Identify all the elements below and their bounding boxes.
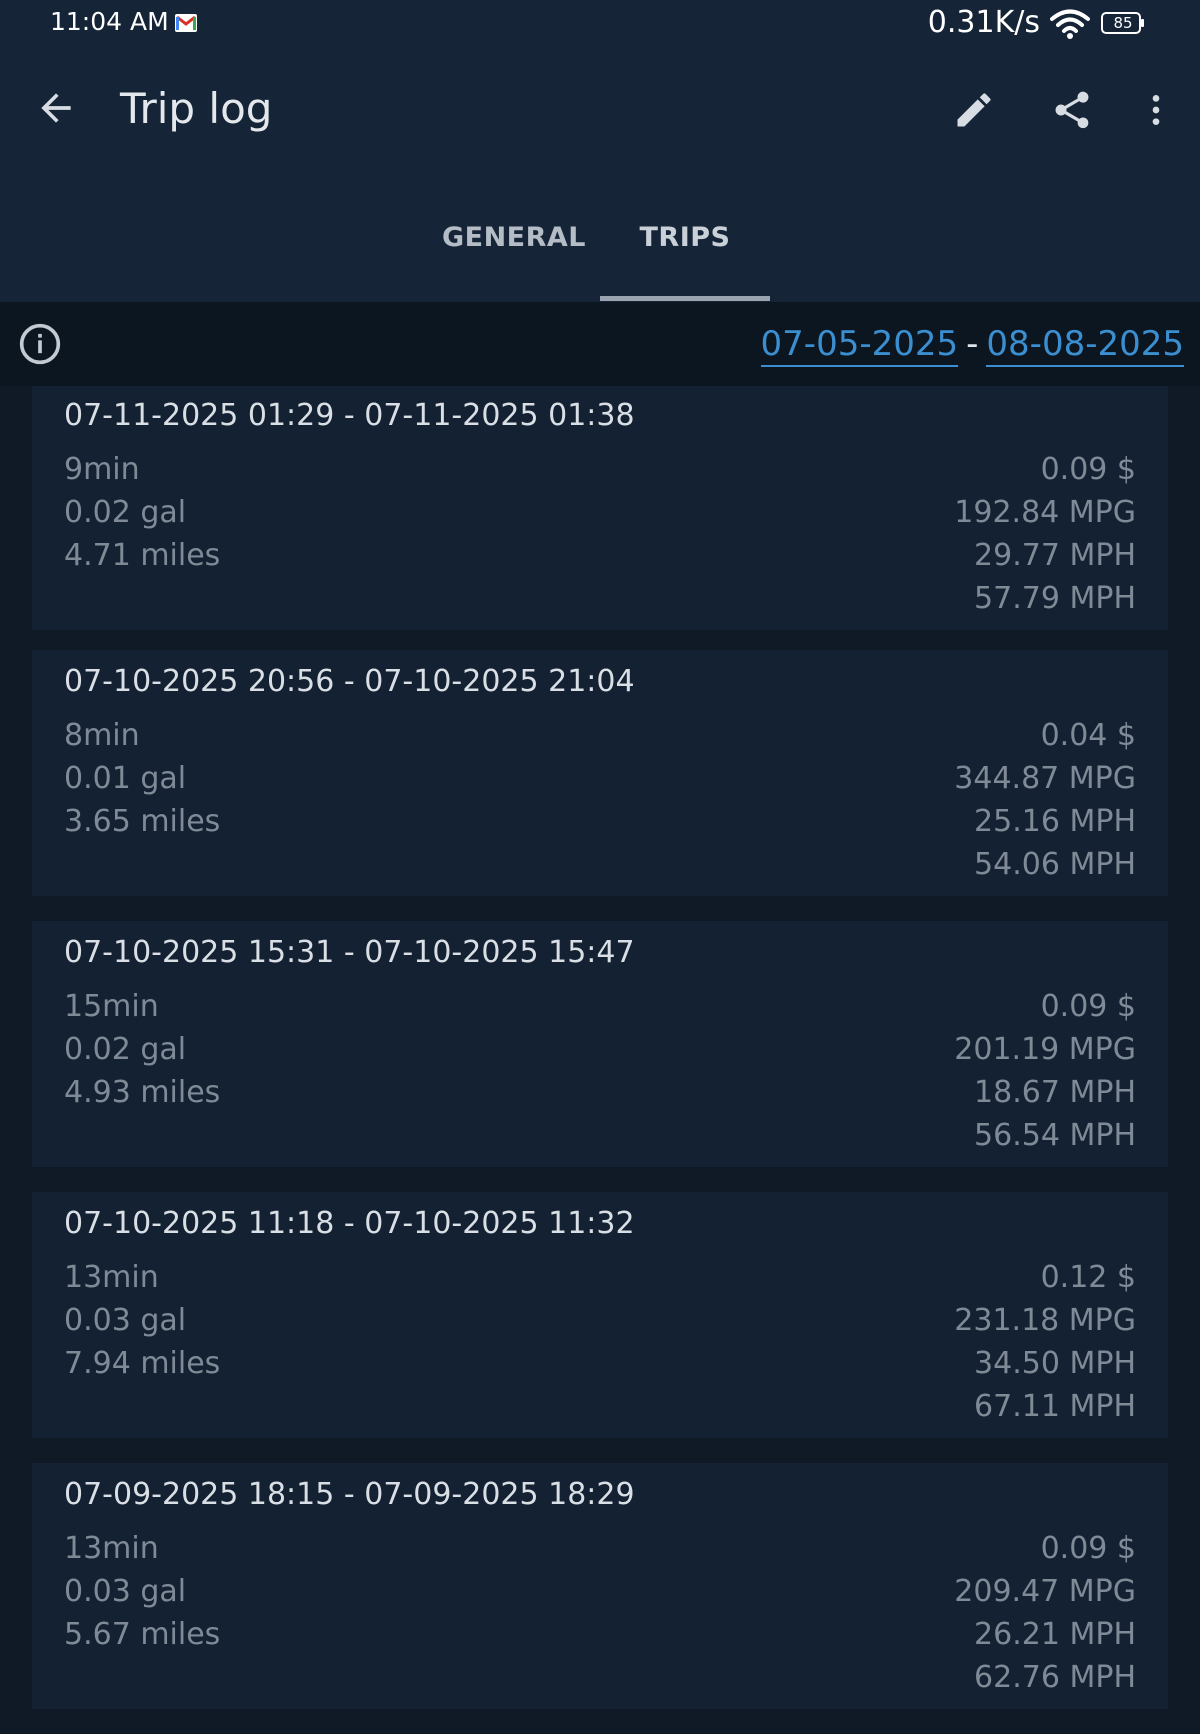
battery-level: 85: [1113, 14, 1133, 32]
trip-cost: 0.12 $: [1040, 1260, 1136, 1295]
trip-duration: 9min: [64, 452, 140, 487]
trip-max-speed: 57.79 MPH: [974, 581, 1136, 616]
trip-list[interactable]: 07-11-2025 01:29 - 07-11-2025 01:38 9min…: [0, 386, 1200, 1734]
trip-card[interactable]: 07-10-2025 20:56 - 07-10-2025 21:04 8min…: [32, 650, 1168, 896]
date-range: 07-05-2025-08-08-2025: [760, 324, 1184, 367]
trip-cost: 0.09 $: [1040, 1531, 1136, 1566]
trip-card[interactable]: 07-09-2025 18:15 - 07-09-2025 18:29 13mi…: [32, 1463, 1168, 1709]
trip-distance: 4.71 miles: [64, 538, 221, 573]
trip-max-speed: 62.76 MPH: [974, 1660, 1136, 1695]
trip-time-range: 07-10-2025 20:56 - 07-10-2025 21:04: [64, 664, 635, 699]
tab-trips[interactable]: TRIPS: [600, 222, 770, 253]
trip-economy: 344.87 MPG: [954, 761, 1136, 796]
back-arrow-icon[interactable]: [34, 86, 78, 130]
gmail-icon: [175, 14, 197, 32]
date-separator: -: [966, 324, 979, 364]
page-title: Trip log: [120, 84, 273, 133]
trip-max-speed: 54.06 MPH: [974, 847, 1136, 882]
trip-fuel: 0.03 gal: [64, 1574, 187, 1609]
trip-right-column: 0.04 $ 344.87 MPG 25.16 MPH 54.06 MPH: [954, 714, 1136, 886]
trip-economy: 209.47 MPG: [954, 1574, 1136, 1609]
trip-card[interactable]: 07-10-2025 15:31 - 07-10-2025 15:47 15mi…: [32, 921, 1168, 1167]
more-vert-icon[interactable]: [1136, 88, 1176, 132]
trip-card[interactable]: 07-10-2025 11:18 - 07-10-2025 11:32 13mi…: [32, 1192, 1168, 1438]
trip-left-column: 13min 0.03 gal 5.67 miles: [64, 1527, 220, 1656]
trip-avg-speed: 25.16 MPH: [974, 804, 1136, 839]
start-date-link[interactable]: 07-05-2025: [760, 324, 959, 367]
trip-time-range: 07-10-2025 15:31 - 07-10-2025 15:47: [64, 935, 635, 970]
trip-right-column: 0.09 $ 209.47 MPG 26.21 MPH 62.76 MPH: [954, 1527, 1136, 1699]
trip-max-speed: 56.54 MPH: [974, 1118, 1136, 1153]
trip-right-column: 0.12 $ 231.18 MPG 34.50 MPH 67.11 MPH: [954, 1256, 1136, 1428]
trip-left-column: 13min 0.03 gal 7.94 miles: [64, 1256, 220, 1385]
trip-fuel: 0.01 gal: [64, 761, 187, 796]
network-speed: 0.31K/s: [927, 5, 1040, 40]
trip-left-column: 9min 0.02 gal 4.71 miles: [64, 448, 220, 577]
status-bar: 11:04 AM 0.31K/s 85: [0, 0, 1200, 48]
trip-time-range: 07-10-2025 11:18 - 07-10-2025 11:32: [64, 1206, 635, 1241]
trip-right-column: 0.09 $ 201.19 MPG 18.67 MPH 56.54 MPH: [954, 985, 1136, 1157]
trip-card[interactable]: 07-11-2025 01:29 - 07-11-2025 01:38 9min…: [32, 386, 1168, 630]
share-icon[interactable]: [1050, 88, 1094, 132]
tab-indicator: [600, 296, 770, 301]
trip-economy: 192.84 MPG: [954, 495, 1136, 530]
app-bar: Trip log GENERAL TRIPS: [0, 48, 1200, 302]
trip-avg-speed: 26.21 MPH: [974, 1617, 1136, 1652]
trip-economy: 201.19 MPG: [954, 1032, 1136, 1067]
trip-duration: 15min: [64, 989, 159, 1024]
trip-avg-speed: 34.50 MPH: [974, 1346, 1136, 1381]
trip-cost: 0.04 $: [1040, 718, 1136, 753]
trip-left-column: 8min 0.01 gal 3.65 miles: [64, 714, 220, 843]
trip-max-speed: 67.11 MPH: [974, 1389, 1136, 1424]
trip-distance: 4.93 miles: [64, 1075, 221, 1110]
trip-duration: 13min: [64, 1531, 159, 1566]
trip-distance: 3.65 miles: [64, 804, 221, 839]
trip-time-range: 07-09-2025 18:15 - 07-09-2025 18:29: [64, 1477, 635, 1512]
date-filter-bar: 07-05-2025-08-08-2025: [0, 302, 1200, 386]
trip-right-column: 0.09 $ 192.84 MPG 29.77 MPH 57.79 MPH: [954, 448, 1136, 620]
trip-distance: 5.67 miles: [64, 1617, 221, 1652]
battery-indicator: 85: [1101, 12, 1145, 34]
trip-avg-speed: 18.67 MPH: [974, 1075, 1136, 1110]
end-date-link[interactable]: 08-08-2025: [986, 324, 1184, 367]
trip-fuel: 0.03 gal: [64, 1303, 187, 1338]
trip-cost: 0.09 $: [1040, 989, 1136, 1024]
trip-economy: 231.18 MPG: [954, 1303, 1136, 1338]
edit-pencil-icon[interactable]: [952, 88, 996, 132]
trip-distance: 7.94 miles: [64, 1346, 221, 1381]
trip-fuel: 0.02 gal: [64, 1032, 187, 1067]
info-icon[interactable]: [18, 322, 62, 366]
tab-general[interactable]: GENERAL: [434, 222, 594, 253]
status-time: 11:04 AM: [50, 7, 169, 36]
wifi-icon: [1050, 9, 1090, 39]
trip-time-range: 07-11-2025 01:29 - 07-11-2025 01:38: [64, 398, 635, 433]
trip-avg-speed: 29.77 MPH: [974, 538, 1136, 573]
trip-cost: 0.09 $: [1040, 452, 1136, 487]
trip-duration: 8min: [64, 718, 140, 753]
trip-duration: 13min: [64, 1260, 159, 1295]
trip-left-column: 15min 0.02 gal 4.93 miles: [64, 985, 220, 1114]
trip-fuel: 0.02 gal: [64, 495, 187, 530]
